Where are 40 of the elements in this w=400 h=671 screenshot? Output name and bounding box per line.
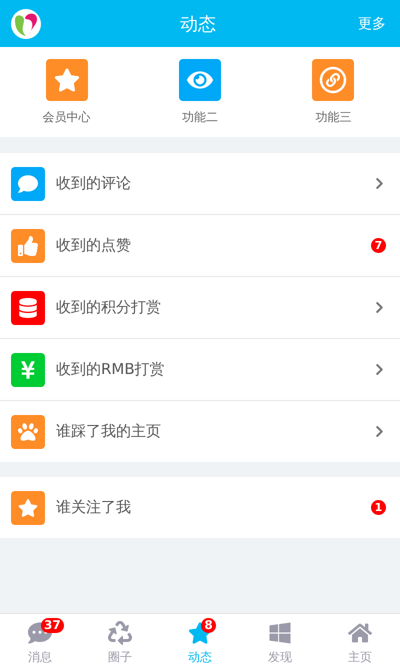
row-label: 收到的积分打赏 xyxy=(56,298,162,317)
menu-row[interactable]: 谁踩了我的主页 xyxy=(0,401,400,462)
database-icon xyxy=(18,298,38,318)
chevron-icon xyxy=(373,177,386,190)
feature-label: 功能三 xyxy=(315,108,352,126)
row-label: 谁踩了我的主页 xyxy=(56,422,162,441)
feature-label: 会员中心 xyxy=(42,108,91,126)
logo-icon xyxy=(10,8,42,40)
menu-row[interactable]: 收到的积分打赏 xyxy=(0,277,400,339)
feature-tile[interactable] xyxy=(46,58,88,100)
tab-badge: 8 xyxy=(201,618,216,632)
chevron-icon xyxy=(373,425,386,438)
tab[interactable]: 8 动态 xyxy=(160,614,240,671)
windows-icon xyxy=(268,620,292,644)
link-icon xyxy=(319,66,348,94)
row-label: 收到的点赞 xyxy=(56,236,132,255)
comment-icon xyxy=(18,174,38,194)
menu-row[interactable]: 收到的点赞 7 xyxy=(0,215,400,277)
feature-tile[interactable] xyxy=(178,58,221,100)
home-icon xyxy=(348,620,372,644)
star-icon xyxy=(54,66,80,92)
row-label: 收到的评论 xyxy=(56,174,132,193)
page-title: 动态 xyxy=(180,12,216,36)
count-badge: 1 xyxy=(371,500,386,515)
row-label: 谁关注了我 xyxy=(56,498,132,517)
chevron-icon xyxy=(373,363,386,376)
star-icon xyxy=(18,498,38,518)
tab[interactable]: 37 消息 xyxy=(0,614,80,671)
feature-tile[interactable] xyxy=(312,58,354,100)
tab-badge: 37 xyxy=(41,618,64,632)
recycle-icon xyxy=(108,620,132,644)
chevron-icon xyxy=(373,301,386,314)
menu-row[interactable]: 收到的评论 xyxy=(0,153,400,215)
menu-row[interactable]: 收到的RMB打赏 xyxy=(0,339,400,401)
menu-row[interactable]: 谁关注了我 1 xyxy=(0,477,400,538)
paw-icon xyxy=(18,422,38,442)
feature-label: 功能二 xyxy=(182,108,218,126)
count-badge: 7 xyxy=(371,238,386,253)
row-label: 收到的RMB打赏 xyxy=(56,360,166,379)
thumbs-up-icon xyxy=(18,236,38,256)
